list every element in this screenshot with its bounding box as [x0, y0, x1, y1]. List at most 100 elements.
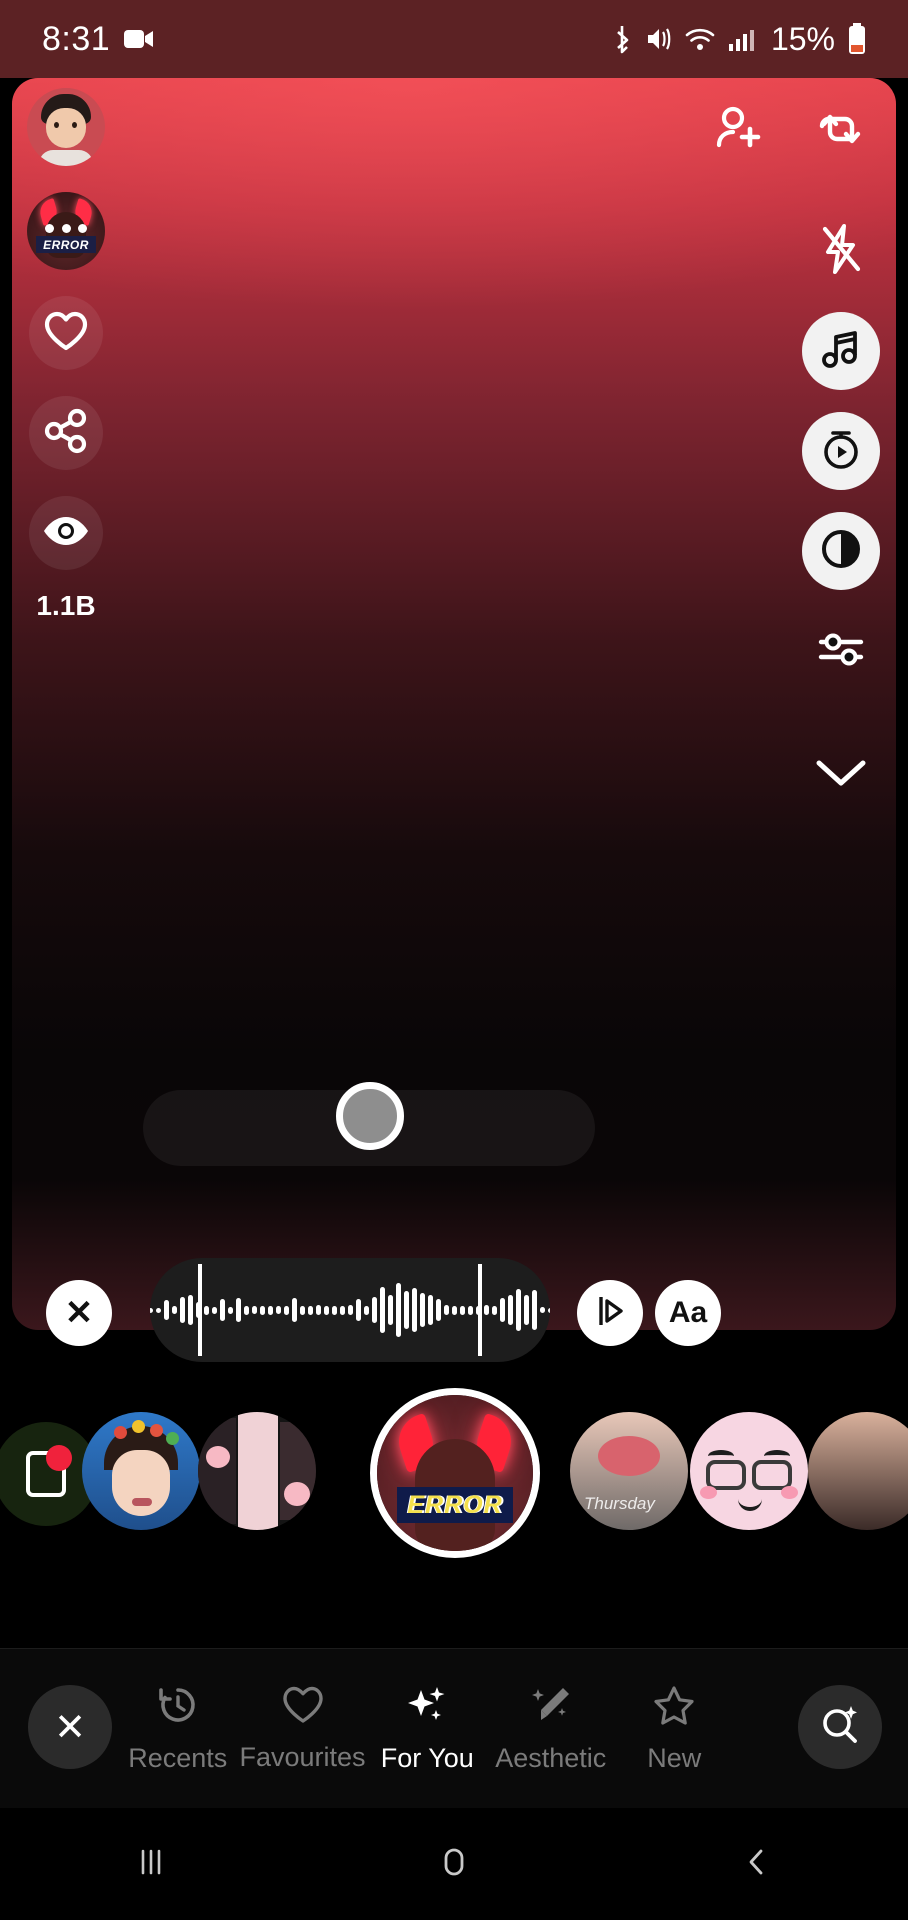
waveform-bar: [403, 1291, 409, 1329]
flash-off-icon: [816, 222, 866, 281]
waveform-bar: [531, 1290, 537, 1330]
share-icon: [43, 408, 89, 459]
share-effect-button[interactable]: [29, 396, 103, 470]
audio-trim-row: ✕ Aa: [0, 1254, 908, 1370]
tab-label: For You: [380, 1743, 474, 1773]
bluetooth-icon: [611, 24, 633, 54]
favourite-effect-button[interactable]: [29, 296, 103, 370]
list-item[interactable]: [82, 1412, 200, 1530]
trim-handle-end[interactable]: [478, 1264, 482, 1356]
heart-icon: [43, 310, 89, 357]
camera-tools-rail: [802, 212, 880, 814]
waveform-bar: [523, 1295, 529, 1325]
creator-avatar[interactable]: [27, 88, 105, 166]
flip-camera-button[interactable]: [802, 92, 880, 170]
flip-camera-icon: [815, 103, 867, 160]
add-friend-icon: [714, 105, 764, 158]
waveform-bar: [291, 1298, 297, 1322]
tab-aesthetic[interactable]: Aesthetic: [489, 1649, 612, 1809]
search-effects-button[interactable]: [798, 1685, 882, 1769]
list-item[interactable]: [690, 1412, 808, 1530]
add-text-button[interactable]: Aa: [655, 1280, 721, 1346]
waveform-bar: [171, 1306, 177, 1314]
playback-speed-button[interactable]: [577, 1280, 643, 1346]
text-tool-label: Aa: [668, 1296, 708, 1329]
waveform-bar: [187, 1295, 193, 1325]
adjust-button[interactable]: [802, 612, 880, 690]
tab-label: Recents: [128, 1743, 228, 1773]
waveform-bar: [243, 1305, 249, 1315]
waveform-bar: [395, 1283, 401, 1337]
list-item[interactable]: [198, 1412, 316, 1530]
camera-top-actions: [700, 92, 880, 170]
waveform-bar: [235, 1298, 241, 1322]
list-item[interactable]: [808, 1412, 908, 1530]
home-icon[interactable]: [437, 1845, 471, 1884]
list-item[interactable]: Thursday: [570, 1412, 688, 1530]
back-icon[interactable]: [740, 1845, 774, 1884]
status-bar-right: 15%: [611, 21, 866, 58]
clock-history-icon: [157, 1684, 199, 1731]
trim-handle-start[interactable]: [198, 1264, 202, 1356]
selected-effect[interactable]: ERROR: [370, 1388, 540, 1558]
waveform-bar: [315, 1305, 321, 1315]
tab-for-you[interactable]: For You: [366, 1649, 489, 1809]
close-effects-button[interactable]: ✕: [28, 1685, 112, 1769]
chevron-down-icon: [815, 757, 867, 794]
waveform-bar: [419, 1293, 425, 1327]
filters-button[interactable]: [802, 512, 880, 590]
gallery-badge: [46, 1445, 72, 1471]
tab-favourites[interactable]: Favourites: [239, 1649, 366, 1809]
waveform-bar: [355, 1299, 361, 1321]
waveform-bar: [539, 1307, 545, 1313]
tab-new[interactable]: New: [613, 1649, 736, 1809]
gallery-icon: [26, 1445, 72, 1497]
audio-waveform[interactable]: [150, 1258, 550, 1362]
adjust-sliders-icon: [817, 627, 865, 676]
waveform-bar: [467, 1305, 473, 1315]
waveform-bar: [251, 1306, 257, 1314]
effects-carousel[interactable]: ERROR Thursday: [0, 1388, 908, 1584]
status-bar-left: 8:31: [42, 20, 154, 59]
waveform-bar: [150, 1307, 153, 1313]
record-button[interactable]: [336, 1082, 404, 1150]
waveform-bar: [371, 1297, 377, 1323]
waveform-bar: [203, 1305, 209, 1315]
waveform-bar: [507, 1295, 513, 1325]
waveform-bar: [283, 1305, 289, 1315]
tab-label: Favourites: [239, 1742, 366, 1772]
flash-toggle-button[interactable]: [802, 212, 880, 290]
wifi-icon: [685, 26, 715, 52]
waveform-bar: [163, 1300, 169, 1320]
waveform-bar: [515, 1289, 521, 1331]
waveform-bar: [483, 1305, 489, 1315]
waveform-bar: [427, 1295, 433, 1325]
waveform-bar: [379, 1287, 385, 1333]
selected-effect-label: ERROR: [397, 1487, 513, 1523]
tab-label: Aesthetic: [495, 1743, 607, 1773]
waveform-bar: [227, 1306, 233, 1314]
effect-views-button: [29, 496, 103, 570]
timer-button[interactable]: [802, 412, 880, 490]
close-icon: ✕: [64, 1294, 94, 1332]
waveform-bars: [150, 1258, 550, 1362]
star-icon: [652, 1684, 696, 1731]
contrast-filter-icon: [818, 526, 864, 577]
add-friend-button[interactable]: [700, 92, 778, 170]
waveform-bar: [547, 1307, 550, 1313]
waveform-bar: [307, 1305, 313, 1315]
waveform-bar: [219, 1299, 225, 1321]
waveform-bar: [259, 1305, 265, 1315]
current-effect-thumbnail[interactable]: ERROR: [27, 192, 105, 270]
magic-wand-icon: [529, 1684, 573, 1731]
effect-views-count: 1.1B: [36, 590, 96, 621]
music-button[interactable]: [802, 312, 880, 390]
recents-icon[interactable]: [134, 1845, 168, 1884]
waveform-bar: [155, 1307, 161, 1313]
playback-speed-icon: [595, 1294, 625, 1333]
effect-caption: Thursday: [584, 1494, 655, 1513]
remove-sound-button[interactable]: ✕: [46, 1280, 112, 1346]
tab-recents[interactable]: Recents: [116, 1649, 239, 1809]
collapse-tools-button[interactable]: [802, 736, 880, 814]
waveform-bar: [387, 1295, 393, 1325]
